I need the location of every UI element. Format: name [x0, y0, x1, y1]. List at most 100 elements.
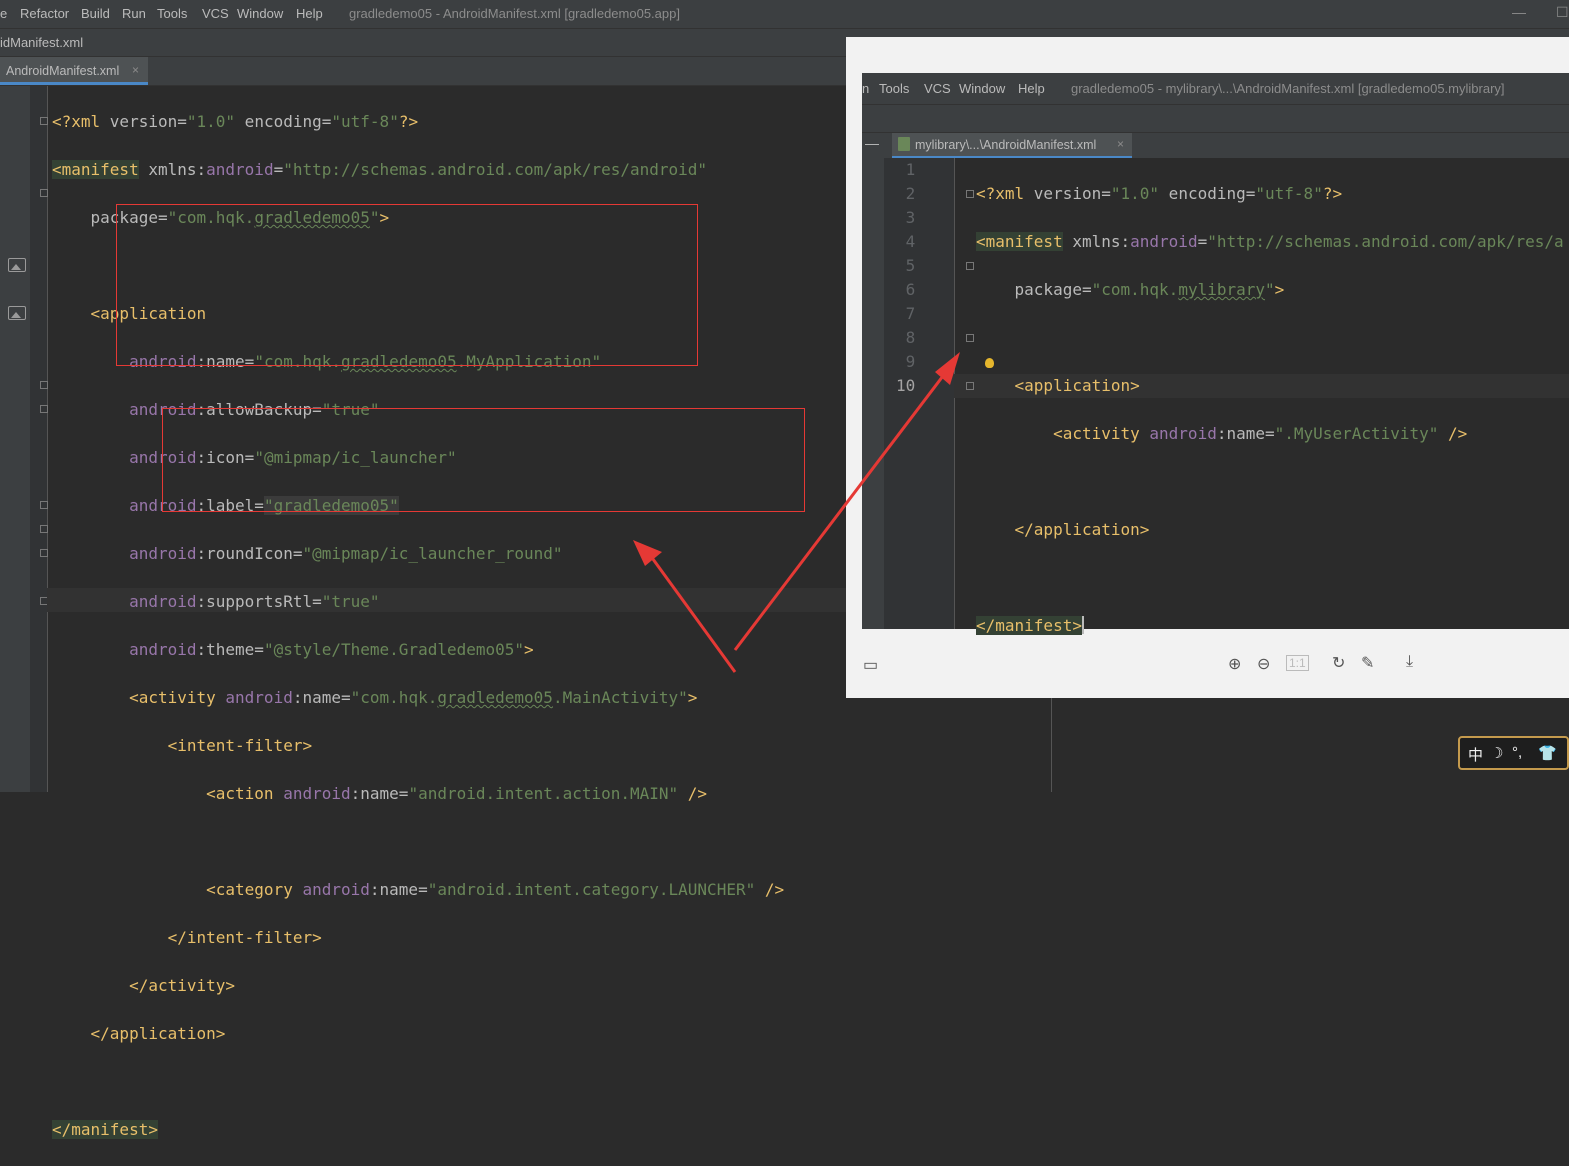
- menu-item-refactor[interactable]: Refactor: [20, 6, 69, 21]
- editor-tabbar: AndroidManifest.xml ×: [0, 57, 846, 86]
- code-line: package="com.hqk.mylibrary">: [1014, 280, 1285, 299]
- annotation-box-intent-filter: [162, 408, 805, 512]
- menu-item-vcs[interactable]: VCS: [924, 81, 951, 96]
- fold-marker-icon[interactable]: [40, 117, 48, 125]
- overlay-screenshot: n Tools VCS Window Help gradledemo05 - m…: [846, 37, 1569, 698]
- fold-marker-icon[interactable]: [40, 189, 48, 197]
- overlay-left-strip: [862, 158, 884, 629]
- tab-label: mylibrary\...\AndroidManifest.xml: [915, 138, 1097, 152]
- menu-item-run[interactable]: Run: [122, 6, 146, 21]
- text-caret: [1081, 616, 1084, 634]
- line-number: 7: [905, 304, 916, 323]
- tab-androidmanifest[interactable]: AndroidManifest.xml ×: [0, 57, 148, 85]
- close-icon[interactable]: ×: [132, 63, 139, 77]
- image-viewer-toolbar: ▭ ⊕ ⊖ 1:1 ↻ ✎ ⤓: [846, 647, 1569, 687]
- overlay-toolbar: [862, 104, 1569, 133]
- menu-item-run[interactable]: n: [862, 81, 869, 96]
- breadcrumb-file[interactable]: idManifest.xml: [0, 35, 83, 50]
- line-number: 8: [905, 328, 916, 347]
- code-line: <activity android:name=".MyUserActivity"…: [1053, 424, 1468, 443]
- fold-marker-icon[interactable]: [40, 525, 48, 533]
- tab-mylibrary-manifest[interactable]: mylibrary\...\AndroidManifest.xml ×: [892, 133, 1132, 159]
- code-line: <action android:name="android.intent.act…: [206, 784, 708, 803]
- menu-item-window[interactable]: Window: [237, 6, 283, 21]
- line-numbers: 1 2 3 4 5 6 7 8 9 10: [896, 158, 915, 398]
- rotate-icon[interactable]: ↻: [1332, 653, 1345, 673]
- code-line: <manifest xmlns:android="http://schemas.…: [976, 232, 1564, 251]
- moon-icon[interactable]: ☽: [1490, 744, 1503, 762]
- fold-marker-icon[interactable]: [40, 405, 48, 413]
- code-line: <?xml version="1.0" encoding="utf-8"?>: [976, 184, 1343, 203]
- fold-marker-icon[interactable]: [966, 334, 974, 342]
- overlay-tabbar: mylibrary\...\AndroidManifest.xml ×: [862, 132, 1569, 159]
- menu-item-help[interactable]: Help: [1018, 81, 1045, 96]
- window-title: gradledemo05 - AndroidManifest.xml [grad…: [349, 6, 680, 21]
- code-line: <?xml version="1.0" encoding="utf-8"?>: [52, 112, 419, 131]
- code-line: android:roundIcon="@mipmap/ic_launcher_r…: [129, 544, 563, 563]
- line-number: 6: [905, 280, 916, 299]
- fold-marker-icon[interactable]: [40, 549, 48, 557]
- line-number: 5: [905, 256, 916, 275]
- actual-size-icon[interactable]: 1:1: [1286, 655, 1309, 671]
- code-line: <intent-filter>: [167, 736, 313, 755]
- fold-marker-icon[interactable]: [966, 262, 974, 270]
- menu-item-help[interactable]: Help: [296, 6, 323, 21]
- code-line: android:theme="@style/Theme.Gradledemo05…: [129, 640, 534, 659]
- line-number: 10: [896, 376, 916, 395]
- line-number: 9: [905, 352, 916, 371]
- overlay-window-title: gradledemo05 - mylibrary\...\AndroidMani…: [1071, 81, 1505, 96]
- xml-file-icon: [898, 137, 910, 151]
- fold-marker-icon[interactable]: [966, 382, 974, 390]
- collapse-icon[interactable]: —: [865, 135, 879, 151]
- download-icon[interactable]: ⤓: [1406, 653, 1413, 671]
- code-line: </manifest>: [976, 616, 1084, 635]
- line-number: 1: [905, 160, 916, 179]
- fold-marker-icon[interactable]: [40, 381, 48, 389]
- ime-punct[interactable]: °,: [1512, 744, 1522, 761]
- line-number: 2: [905, 184, 916, 203]
- menu-item-tools[interactable]: Tools: [157, 6, 187, 21]
- zoom-out-icon[interactable]: ⊖: [1257, 654, 1270, 674]
- code-line: </activity>: [129, 976, 236, 995]
- panel-divider: [1051, 697, 1052, 792]
- fold-marker-icon[interactable]: [40, 501, 48, 509]
- image-icon[interactable]: [8, 306, 26, 320]
- line-number: 4: [905, 232, 916, 251]
- shirt-icon[interactable]: 👕: [1538, 744, 1557, 762]
- code-line: </application>: [90, 1024, 226, 1043]
- code-line: android:supportsRtl="true": [129, 592, 380, 611]
- main-menubar: e Refactor Build Run Tools VCS Window He…: [0, 0, 1569, 29]
- overlay-gutter: [884, 158, 955, 629]
- code-line: </intent-filter>: [167, 928, 322, 947]
- code-line: <application>: [1014, 376, 1140, 395]
- edit-icon[interactable]: ✎: [1361, 653, 1374, 673]
- code-line: <activity android:name="com.hqk.gradlede…: [129, 688, 698, 707]
- layout-icon[interactable]: ▭: [863, 655, 878, 675]
- tab-label: AndroidManifest.xml: [6, 64, 120, 78]
- line-number: 3: [905, 208, 916, 227]
- menu-item-tools[interactable]: Tools: [879, 81, 909, 96]
- menu-item-file[interactable]: e: [0, 6, 7, 21]
- zoom-in-icon[interactable]: ⊕: [1228, 654, 1241, 674]
- overlay-code-editor[interactable]: 1 2 3 4 5 6 7 8 9 10 <?xml version="1.0"…: [862, 158, 1569, 635]
- ime-toolbar[interactable]: 中 ☽ °, 👕: [1458, 736, 1569, 770]
- left-tool-strip: [0, 86, 30, 792]
- annotation-box-application-attrs: [116, 204, 698, 366]
- image-icon[interactable]: [8, 258, 26, 272]
- ime-language[interactable]: 中: [1468, 744, 1483, 765]
- menu-item-build[interactable]: Build: [81, 6, 110, 21]
- close-icon[interactable]: ×: [1117, 137, 1124, 151]
- code-line: </application>: [1014, 520, 1150, 539]
- menu-item-vcs[interactable]: VCS: [202, 6, 229, 21]
- maximize-icon[interactable]: ☐: [1556, 4, 1569, 21]
- minimize-icon[interactable]: —: [1512, 4, 1526, 20]
- overlay-code: <?xml version="1.0" encoding="utf-8"?> <…: [976, 158, 1564, 686]
- fold-marker-icon[interactable]: [966, 190, 974, 198]
- menu-item-window[interactable]: Window: [959, 81, 1005, 96]
- overlay-menubar: n Tools VCS Window Help gradledemo05 - m…: [862, 73, 1569, 104]
